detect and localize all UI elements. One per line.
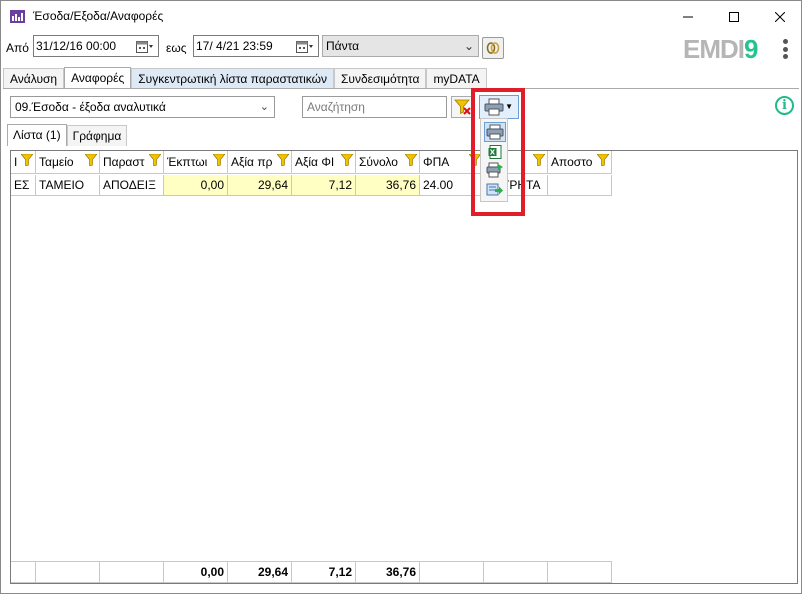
search-input[interactable]: Αναζήτηση <box>302 96 447 118</box>
to-label: εως <box>166 41 187 55</box>
filter-icon[interactable] <box>341 154 353 166</box>
highlight-box <box>471 88 525 216</box>
filter-clear-icon <box>454 99 471 115</box>
report-grid: Ι Ταμείο Παραστ Έκπτωι Αξία πρ Αξία ΦΙ Σ… <box>10 150 798 584</box>
grid-totals-row: 0,00 29,64 7,12 36,76 <box>11 561 612 583</box>
filter-icon[interactable] <box>405 154 417 166</box>
total-cell <box>420 561 484 583</box>
total-cell: 7,12 <box>292 561 356 583</box>
chevron-down-icon: ⌄ <box>463 39 474 53</box>
column-header[interactable]: Ταμείο <box>36 151 100 174</box>
filter-icon[interactable] <box>21 154 33 166</box>
from-calendar-button[interactable] <box>134 38 156 56</box>
close-icon <box>775 11 785 22</box>
tab-mydata[interactable]: myDATA <box>426 68 487 89</box>
app-icon <box>10 10 25 23</box>
tabs-divider <box>3 88 799 89</box>
link-button[interactable] <box>482 37 504 59</box>
total-cell: 36,76 <box>356 561 420 583</box>
total-cell: 29,64 <box>228 561 292 583</box>
filter-icon[interactable] <box>213 154 225 166</box>
minimize-icon <box>683 16 693 17</box>
chevron-down-icon: ⌄ <box>259 101 269 113</box>
date-toolbar: Από 31/12/16 00:00 εως 17/ 4/21 23:59 Πά… <box>1 35 801 63</box>
tab-reports[interactable]: Αναφορές <box>64 67 132 89</box>
close-button[interactable] <box>757 1 802 32</box>
filter-icon[interactable] <box>533 154 545 166</box>
tab-connectivity[interactable]: Συνδεσιμότητα <box>334 68 427 89</box>
total-cell <box>100 561 164 583</box>
main-tabs: Ανάλυση Αναφορές Συγκεντρωτική λίστα παρ… <box>3 67 487 89</box>
to-date-value: 17/ 4/21 23:59 <box>196 39 273 53</box>
filter-icon[interactable] <box>597 154 609 166</box>
table-cell[interactable]: 29,64 <box>228 175 292 196</box>
from-date-field[interactable]: 31/12/16 00:00 <box>33 35 159 57</box>
table-cell[interactable] <box>548 175 612 196</box>
calendar-icon <box>136 41 153 53</box>
table-cell[interactable]: ΤΑΜΕΙΟ <box>36 175 100 196</box>
tab-summary-list[interactable]: Συγκεντρωτική λίστα παραστατικών <box>131 68 335 89</box>
filter-icon[interactable] <box>277 154 289 166</box>
to-date-field[interactable]: 17/ 4/21 23:59 <box>193 35 319 57</box>
more-options-icon[interactable] <box>779 37 791 61</box>
column-header[interactable]: Αξία ΦΙ <box>292 151 356 174</box>
table-cell[interactable]: ΑΠΟΔΕΙΞ <box>100 175 164 196</box>
maximize-icon <box>729 11 739 22</box>
table-cell[interactable]: 0,00 <box>164 175 228 196</box>
search-placeholder: Αναζήτηση <box>307 100 365 114</box>
window-title: Έσοδα/Εξοδα/Αναφορές <box>33 9 164 23</box>
calendar-icon <box>296 41 313 53</box>
maximize-button[interactable] <box>711 1 757 32</box>
filter-icon[interactable] <box>149 154 161 166</box>
column-header[interactable]: Παραστ <box>100 151 164 174</box>
view-tabs: Λίστα (1) Γράφημα <box>7 124 128 146</box>
total-cell: 0,00 <box>164 561 228 583</box>
to-calendar-button[interactable] <box>294 38 316 56</box>
link-icon <box>486 42 500 54</box>
from-label: Από <box>6 41 29 55</box>
total-cell <box>11 561 36 583</box>
tab-analysis[interactable]: Ανάλυση <box>3 68 65 89</box>
table-cell[interactable]: ΕΣ <box>11 175 36 196</box>
column-header[interactable]: Σύνολο <box>356 151 420 174</box>
from-date-value: 31/12/16 00:00 <box>36 39 117 53</box>
period-select[interactable]: Πάντα ⌄ <box>322 35 479 57</box>
minimize-button[interactable] <box>665 1 711 32</box>
info-icon[interactable]: i <box>775 96 794 115</box>
total-cell <box>484 561 548 583</box>
title-bar: Έσοδα/Εξοδα/Αναφορές <box>1 1 801 32</box>
tab-chart[interactable]: Γράφημα <box>66 125 128 146</box>
app-window: Έσοδα/Εξοδα/Αναφορές Από 31/12/16 00:00 <box>0 0 802 594</box>
report-select-value: 09.Έσοδα - έξοδα αναλυτικά <box>15 100 166 114</box>
filter-icon[interactable] <box>85 154 97 166</box>
emdi9-logo: EMDI9 <box>683 34 759 64</box>
column-header[interactable]: Αποστο <box>548 151 612 174</box>
column-header[interactable]: Ι <box>11 151 36 174</box>
period-value: Πάντα <box>326 39 360 53</box>
table-cell[interactable]: 7,12 <box>292 175 356 196</box>
total-cell <box>36 561 100 583</box>
report-select[interactable]: 09.Έσοδα - έξοδα αναλυτικά ⌄ <box>10 96 275 118</box>
total-cell <box>548 561 612 583</box>
table-cell[interactable]: 36,76 <box>356 175 420 196</box>
column-header[interactable]: Αξία πρ <box>228 151 292 174</box>
tab-list[interactable]: Λίστα (1) <box>7 124 67 146</box>
column-header[interactable]: Έκπτωι <box>164 151 228 174</box>
